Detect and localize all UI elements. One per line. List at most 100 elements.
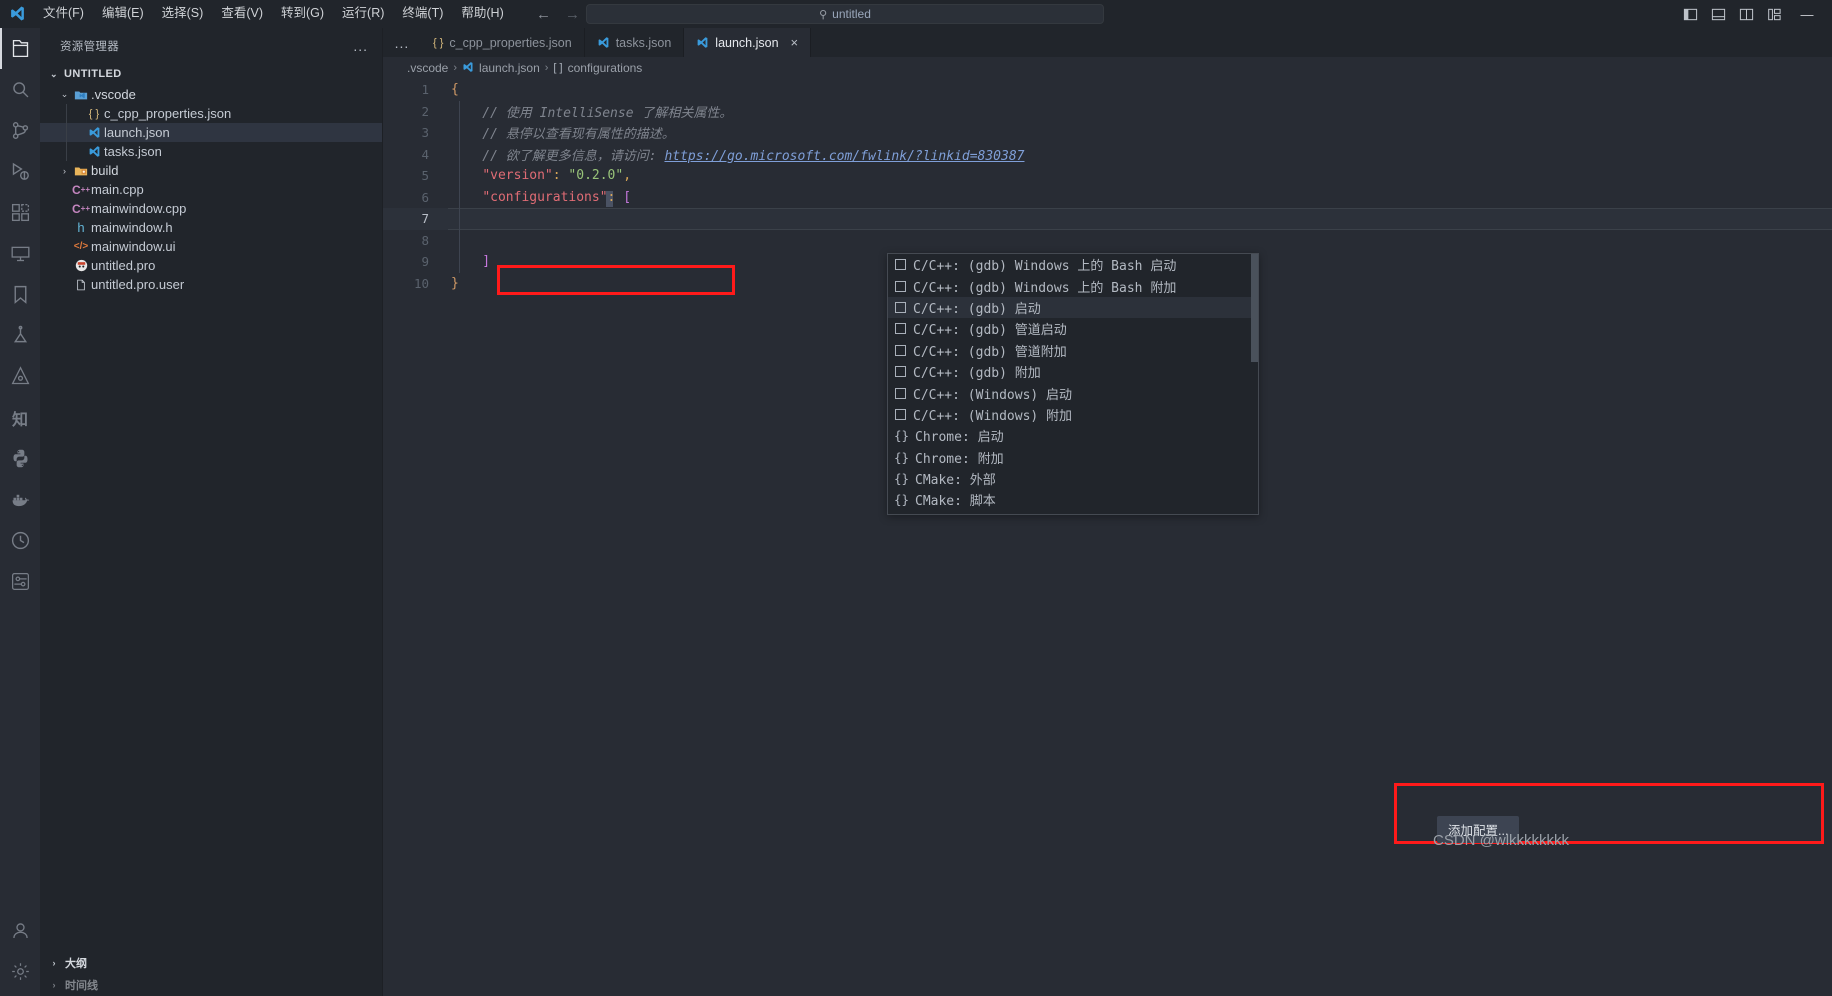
suggest-item-1[interactable]: C/C++: (gdb) Windows 上的 Bash 附加 [888, 275, 1258, 296]
sidebar-item-remote-explorer[interactable] [0, 233, 40, 274]
breadcrumb-item-file[interactable]: launch.json [462, 61, 540, 75]
tree-item-label: mainwindow.cpp [91, 201, 187, 216]
suggest-item-10[interactable]: {} CMake: 外部 [888, 468, 1258, 489]
menu-edit[interactable]: 编辑(E) [93, 3, 153, 24]
sidebar-header: 资源管理器 ... [40, 28, 382, 63]
tree-item-mainwindow-cpp[interactable]: C ++ mainwindow.cpp [40, 199, 382, 218]
tree-item-untitled-pro-user[interactable]: untitled.pro.user [40, 275, 382, 294]
chevron-right-icon: › [52, 980, 56, 990]
line-number: 4 [421, 146, 429, 162]
suggestion-dropdown[interactable]: C/C++: (gdb) Windows 上的 Bash 启动 C/C++: (… [887, 253, 1259, 515]
code-text: : [607, 189, 624, 205]
sidebar-item-clock-history[interactable] [0, 520, 40, 561]
close-icon[interactable]: × [791, 36, 799, 49]
sidebar-item-chinese-knowledge[interactable]: 知 [0, 397, 40, 438]
sidebar-item-docker[interactable] [0, 479, 40, 520]
workspace-folder-section[interactable]: ⌄ UNTITLED [40, 63, 382, 85]
outline-section[interactable]: › 大纲 [40, 952, 382, 974]
suggest-item-6[interactable]: C/C++: (Windows) 启动 [888, 382, 1258, 403]
tree-item-main-cpp[interactable]: C ++ main.cpp [40, 180, 382, 199]
line-number: 3 [421, 125, 429, 141]
chevron-right-icon[interactable]: › [58, 166, 71, 176]
code-line-1: 1 { [383, 79, 1832, 101]
minimize-button[interactable]: — [1788, 0, 1826, 28]
tree-item-build-folder[interactable]: › build [40, 161, 382, 180]
back-arrow-icon[interactable]: ← [536, 7, 551, 22]
sidebar-item-bookmarks[interactable] [0, 274, 40, 315]
sidebar-item-search[interactable] [0, 69, 40, 110]
toggle-primary-sidebar-icon[interactable] [1676, 0, 1704, 28]
suggest-item-0[interactable]: C/C++: (gdb) Windows 上的 Bash 启动 [888, 254, 1258, 275]
sidebar-item-python-env[interactable] [0, 438, 40, 479]
cpp-icon: C ++ [71, 201, 90, 216]
toggle-panel-icon[interactable] [1704, 0, 1732, 28]
tree-item-tasks-json[interactable]: tasks.json [40, 142, 382, 161]
tree-item-launch-json[interactable]: launch.json [40, 123, 382, 142]
checkbox-icon [895, 301, 906, 313]
sidebar-item-explorer[interactable] [0, 28, 40, 69]
menu-go[interactable]: 转到(G) [272, 3, 333, 24]
menu-selection[interactable]: 选择(S) [153, 3, 213, 24]
code-text: "version" [482, 168, 553, 184]
sidebar-item-run-and-debug[interactable] [0, 151, 40, 192]
suggest-item-5[interactable]: C/C++: (gdb) 附加 [888, 361, 1258, 382]
suggest-item-4[interactable]: C/C++: (gdb) 管道附加 [888, 340, 1258, 361]
sidebar-item-testing[interactable] [0, 315, 40, 356]
explorer-sidebar: 资源管理器 ... ⌄ UNTITLED ⌄ .vscode { } c_cpp… [40, 28, 383, 996]
title-bar: 文件(F) 编辑(E) 选择(S) 查看(V) 转到(G) 运行(R) 终端(T… [0, 0, 1832, 28]
tab-c-cpp-properties-json[interactable]: { } c_cpp_properties.json [421, 28, 585, 57]
menu-terminal[interactable]: 终端(T) [393, 3, 452, 24]
docs-link[interactable]: https://go.microsoft.com/fwlink/?linkid=… [664, 149, 1024, 164]
command-search-input[interactable]: ⚲ untitled [586, 4, 1104, 24]
cpp-icon: C ++ [71, 182, 90, 197]
tree-item-mainwindow-h[interactable]: h mainwindow.h [40, 218, 382, 237]
sidebar-more-actions-icon[interactable]: ... [353, 38, 368, 54]
code-text: [ [623, 189, 632, 205]
menu-view[interactable]: 查看(V) [212, 3, 272, 24]
timeline-section[interactable]: › 时间线 [40, 974, 382, 996]
toggle-secondary-sidebar-icon[interactable] [1732, 0, 1760, 28]
suggest-item-3[interactable]: C/C++: (gdb) 管道启动 [888, 318, 1258, 339]
vscode-file-icon [462, 61, 474, 75]
suggest-item-11[interactable]: {} CMake: 脚本 [888, 489, 1258, 510]
tree-item-c-cpp-properties[interactable]: { } c_cpp_properties.json [40, 104, 382, 123]
code-text: // 悬停以查看现有属性的描述。 [451, 127, 675, 143]
sidebar-item-settings-alt[interactable] [0, 561, 40, 602]
tree-item-untitled-pro[interactable]: untitled.pro [40, 256, 382, 275]
suggest-item-2[interactable]: C/C++: (gdb) 启动 [888, 296, 1258, 319]
chevron-down-icon[interactable]: ⌄ [58, 89, 71, 100]
code-editor[interactable]: 1 { 2 // 使用 IntelliSense 了解相关属性。 3 // 悬停… [383, 79, 1832, 996]
tab-launch-json[interactable]: launch.json × [684, 28, 812, 57]
vscode-file-icon [84, 126, 104, 139]
menu-file[interactable]: 文件(F) [34, 3, 93, 24]
suggest-item-7[interactable]: C/C++: (Windows) 附加 [888, 404, 1258, 425]
search-value: untitled [832, 7, 871, 21]
braces-icon: {} [893, 492, 910, 508]
suggest-item-8[interactable]: {} Chrome: 启动 [888, 425, 1258, 446]
suggest-item-9[interactable]: {} Chrome: 附加 [888, 447, 1258, 468]
suggest-scrollbar[interactable] [1251, 254, 1258, 362]
xml-icon: </> [73, 241, 89, 252]
tab-tasks-json[interactable]: tasks.json [584, 28, 685, 57]
sidebar-item-source-control[interactable] [0, 110, 40, 151]
tree-item-mainwindow-ui[interactable]: </> mainwindow.ui [40, 237, 382, 256]
forward-arrow-icon[interactable]: → [565, 7, 580, 22]
sidebar-item-cmake-tools[interactable] [0, 356, 40, 397]
gear-icon[interactable] [0, 951, 40, 992]
breadcrumb-item-symbol[interactable]: [ ] configurations [553, 61, 642, 75]
account-icon[interactable] [0, 910, 40, 951]
menu-run[interactable]: 运行(R) [333, 3, 393, 24]
customize-layout-icon[interactable] [1760, 0, 1788, 28]
checkbox-icon [895, 323, 906, 335]
suggest-item-label: CMake: 外部 [915, 473, 996, 489]
sidebar-item-extensions[interactable] [0, 192, 40, 233]
menu-help[interactable]: 帮助(H) [452, 3, 512, 24]
tree-item-vscode-folder[interactable]: ⌄ .vscode [40, 85, 382, 104]
breadcrumb-item-folder[interactable]: .vscode [407, 61, 448, 75]
line-number: 10 [413, 275, 429, 291]
checkbox-icon [895, 387, 906, 399]
tabs-overflow-icon[interactable]: ... [383, 28, 421, 57]
build-folder-icon [71, 164, 91, 178]
code-text: , [623, 168, 632, 184]
